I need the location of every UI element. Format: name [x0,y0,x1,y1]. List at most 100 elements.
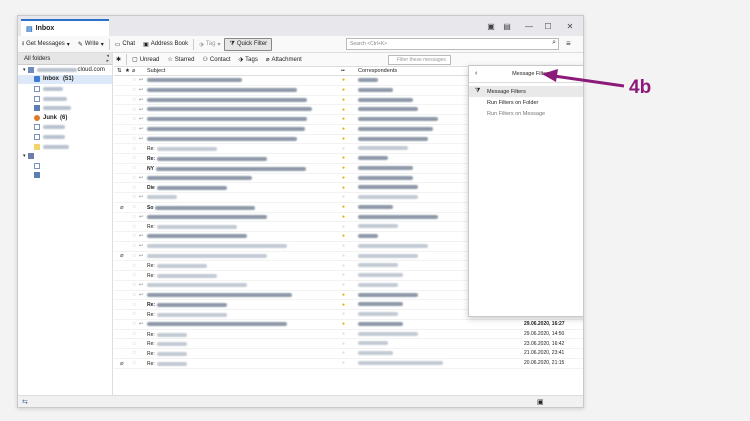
maximize-button[interactable]: ☐ [541,19,555,33]
tasks-icon[interactable]: ▤ [500,19,514,33]
star-icon[interactable]: ☆ [132,136,136,142]
attachment-column-icon[interactable]: ⌀ [132,68,135,74]
star-icon[interactable]: ☆ [132,243,136,249]
close-button[interactable]: ✕ [563,19,577,33]
star-icon[interactable]: ☆ [132,126,136,132]
back-arrow-icon[interactable]: ‹ [475,70,477,77]
read-status-icon[interactable]: ● [342,194,345,200]
star-icon[interactable]: ☆ [132,107,136,113]
menu-item-run-filters-folder[interactable]: Run Filters on Folder [469,97,583,108]
tags-filter-button[interactable]: ⬗ Tags [235,56,262,64]
read-status-icon[interactable]: ● [342,243,345,249]
read-status-icon[interactable]: ● [342,116,345,122]
star-icon[interactable]: ☆ [132,204,136,210]
unread-filter-button[interactable]: ▢ Unread [128,56,163,64]
star-icon[interactable]: ☆ [132,214,136,220]
read-status-icon[interactable]: ● [342,214,345,220]
folder-pane-header[interactable]: All folders ◂ ▸ [18,53,112,65]
starred-filter-button[interactable]: ☆ Starred [163,56,198,64]
read-status-icon[interactable]: ● [342,136,345,142]
read-status-icon[interactable]: ● [342,341,345,347]
star-icon[interactable]: ☆ [132,282,136,288]
star-icon[interactable]: ☆ [132,185,136,191]
menu-item-run-filters-message[interactable]: Run Filters on Message [469,108,583,119]
folder-templates[interactable] [18,94,112,104]
read-status-icon[interactable]: ● [342,165,345,171]
read-status-icon[interactable]: ● [342,263,345,269]
star-icon[interactable]: ☆ [132,77,136,83]
star-column-icon[interactable]: ★ [125,68,130,74]
star-icon[interactable]: ☆ [132,321,136,327]
star-icon[interactable]: ☆ [132,165,136,171]
read-status-icon[interactable]: ● [342,311,345,317]
star-icon[interactable]: ☆ [132,253,136,259]
read-status-icon[interactable]: ● [342,350,345,356]
folder-archive[interactable] [18,132,112,142]
star-icon[interactable]: ☆ [132,341,136,347]
read-status-icon[interactable]: ● [342,185,345,191]
read-status-icon[interactable]: ● [342,282,345,288]
star-icon[interactable]: ☆ [132,146,136,152]
table-row[interactable]: ☆ Re: ● 21.06.2020, 23:41 [114,349,583,359]
star-icon[interactable]: ☆ [132,224,136,230]
pin-icon[interactable]: ✱ [116,56,121,63]
star-icon[interactable]: ☆ [132,350,136,356]
local-folders-row[interactable]: ▾ [18,151,112,161]
tag-button[interactable]: ⬗ Tag ▾ [195,38,224,51]
star-icon[interactable]: ☆ [132,116,136,122]
star-icon[interactable]: ☆ [132,233,136,239]
thread-column-icon[interactable]: ⇅ [117,68,122,74]
read-status-icon[interactable]: ● [342,224,345,230]
read-status-icon[interactable]: ● [342,360,345,366]
address-book-button[interactable]: ▣ Address Book [139,38,192,51]
star-icon[interactable]: ☆ [132,360,136,366]
folder-local-outbox[interactable] [18,171,112,181]
tab-inbox[interactable]: ▤ Inbox [21,19,109,36]
get-messages-button[interactable]: ⭳ Get Messages ▾ [18,38,74,51]
star-icon[interactable]: ☆ [132,331,136,337]
folder-local-trash[interactable] [18,161,112,171]
read-status-icon[interactable]: ● [342,272,345,278]
calendar-icon[interactable]: ▣ [484,19,498,33]
table-row[interactable]: ☆ Re: ● 23.06.2020, 16:42 [114,339,583,349]
star-icon[interactable]: ☆ [132,311,136,317]
read-status-icon[interactable]: ● [342,233,345,239]
folder-junk[interactable]: Junk (6) [18,113,112,123]
read-status-icon[interactable]: ● [342,107,345,113]
star-icon[interactable]: ☆ [132,97,136,103]
contact-filter-button[interactable]: ⚇ Contact [198,56,234,64]
read-status-icon[interactable]: ● [342,146,345,152]
read-status-icon[interactable]: ● [342,302,345,308]
attachment-filter-button[interactable]: ⌀ Attachment [262,56,306,64]
folder-trash[interactable] [18,123,112,133]
read-status-icon[interactable]: ● [342,87,345,93]
star-icon[interactable]: ☆ [132,302,136,308]
filter-messages-input[interactable]: Filter these messages [388,55,451,65]
search-input[interactable]: Search <Ctrl+K> ⌕ [346,38,559,50]
star-icon[interactable]: ☆ [132,263,136,269]
table-row[interactable]: ☆ Re: ● 29.06.2020, 14:50 [114,330,583,340]
folder-inbox[interactable]: Inbox (51) [18,74,112,85]
chat-button[interactable]: ▭ Chat [111,38,139,51]
column-correspondents[interactable]: Correspondents [358,68,397,74]
write-button[interactable]: ✎ Write ▾ [74,38,108,51]
read-status-icon[interactable]: ● [342,331,345,337]
read-status-icon[interactable]: ● [342,321,345,327]
star-icon[interactable]: ☆ [132,292,136,298]
unread-column-icon[interactable]: •• [341,68,345,74]
table-row[interactable]: ⌀ ☆ Re: ● 20.06.2020, 21:15 [114,359,583,369]
read-status-icon[interactable]: ● [342,175,345,181]
folder-drafts[interactable] [18,84,112,94]
star-icon[interactable]: ☆ [132,87,136,93]
read-status-icon[interactable]: ● [342,97,345,103]
folder-custom[interactable] [18,142,112,152]
star-icon[interactable]: ☆ [132,272,136,278]
table-row[interactable]: ☆ ↩ ● 29.06.2020, 16:27 [114,320,583,330]
read-status-icon[interactable]: ● [342,204,345,210]
read-status-icon[interactable]: ● [342,77,345,83]
quick-filter-button[interactable]: ⧩ Quick Filter [224,37,273,51]
today-pane-icon[interactable]: ▣ [537,398,544,406]
read-status-icon[interactable]: ● [342,155,345,161]
minimize-button[interactable]: — [522,19,536,33]
column-subject[interactable]: Subject [147,68,165,74]
